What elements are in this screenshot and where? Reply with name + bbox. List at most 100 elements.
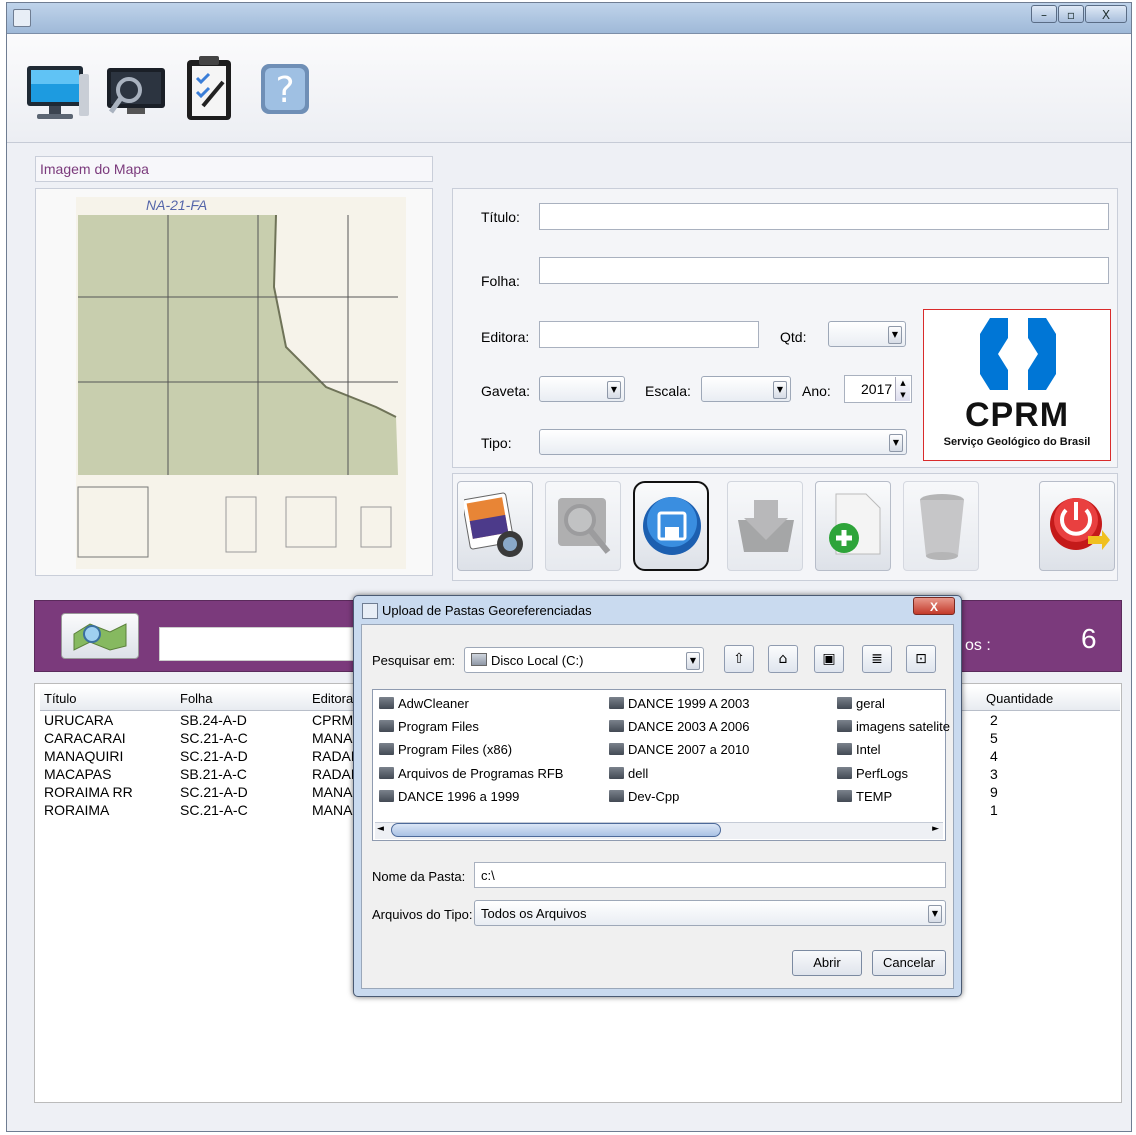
list-item[interactable]: AdwCleaner — [379, 696, 469, 711]
download-tray-icon — [738, 500, 794, 552]
folder-icon — [609, 790, 624, 802]
spinner-arrows-icon[interactable]: ▲ ▼ — [895, 377, 910, 401]
col-folha[interactable]: Folha — [180, 691, 213, 706]
new-folder-button[interactable]: ▣ — [814, 645, 844, 673]
cprm-logo-subtitle: Serviço Geológico do Brasil — [943, 436, 1091, 448]
home-button[interactable]: ⌂ — [768, 645, 798, 673]
search-image-button[interactable] — [545, 481, 621, 571]
list-item[interactable]: dell — [609, 766, 648, 781]
cell-folha: SC.21-A-D — [180, 748, 248, 764]
title-bar: – ▫ X — [7, 3, 1131, 34]
map-sheet-code: NA-21-FA — [146, 197, 208, 213]
cell-quantidade: 4 — [990, 748, 998, 764]
gaveta-select[interactable]: ▼ — [539, 376, 625, 402]
form-panel: Título: Folha: Editora: Qtd: ▼ Gaveta: ▼… — [452, 188, 1118, 468]
help-icon[interactable]: ? — [255, 54, 323, 124]
list-view-button[interactable]: ≣ — [862, 645, 892, 673]
computer-icon[interactable] — [23, 54, 91, 124]
maximize-button[interactable]: ▫ — [1058, 5, 1084, 23]
load-image-button[interactable] — [457, 481, 533, 571]
folha-input[interactable] — [539, 257, 1109, 284]
list-item[interactable]: Program Files — [379, 719, 479, 734]
save-button[interactable] — [633, 481, 709, 571]
drive-icon — [471, 653, 487, 666]
dialog-body: Pesquisar em: Disco Local (C:) ▼ ⇧ ⌂ ▣ ≣… — [361, 624, 954, 989]
close-window-button[interactable]: X — [1085, 5, 1127, 23]
horizontal-scrollbar[interactable]: ◄ ► — [375, 822, 943, 839]
file-type-select[interactable]: Todos os Arquivos ▼ — [474, 900, 946, 926]
folder-icon — [379, 790, 394, 802]
folder-icon — [379, 697, 394, 709]
delete-button[interactable] — [903, 481, 979, 571]
exit-button[interactable] — [1039, 481, 1115, 571]
cell-folha: SC.21-A-D — [180, 784, 248, 800]
cell-quantidade: 3 — [990, 766, 998, 782]
qtd-select[interactable]: ▼ — [828, 321, 906, 347]
file-type-value: Todos os Arquivos — [481, 906, 587, 921]
details-view-button[interactable]: ⊡ — [906, 645, 936, 673]
magnifier-icon — [558, 498, 611, 554]
search-input[interactable] — [159, 627, 369, 661]
scrollbar-thumb[interactable] — [391, 823, 721, 837]
col-editora[interactable]: Editora — [312, 691, 353, 706]
list-item[interactable]: Dev-Cpp — [609, 789, 679, 804]
look-in-value: Disco Local (C:) — [491, 653, 584, 668]
list-item[interactable]: DANCE 2003 A 2006 — [609, 719, 749, 734]
list-item[interactable]: Intel — [837, 742, 881, 757]
download-button[interactable] — [727, 481, 803, 571]
svg-text:?: ? — [275, 70, 294, 111]
list-item[interactable]: PerfLogs — [837, 766, 908, 781]
open-button[interactable]: Abrir — [792, 950, 862, 976]
list-item[interactable]: TEMP — [837, 789, 892, 804]
java-app-icon — [13, 9, 31, 27]
new-folder-icon: ▣ — [822, 651, 836, 667]
cell-titulo: RORAIMA RR — [44, 784, 133, 800]
map-panel-title: Imagem do Mapa — [40, 161, 149, 177]
file-list: AdwCleaner Program Files Program Files (… — [372, 689, 950, 841]
dialog-close-button[interactable]: X — [913, 597, 955, 615]
list-item[interactable]: imagens satelite — [837, 719, 950, 734]
look-in-select[interactable]: Disco Local (C:) ▼ — [464, 647, 704, 673]
titulo-input[interactable] — [539, 203, 1109, 230]
cell-quantidade: 9 — [990, 784, 998, 800]
power-exit-icon — [1050, 498, 1110, 550]
col-titulo[interactable]: Título — [44, 691, 77, 706]
tipo-select[interactable]: ▼ — [539, 429, 907, 455]
gaveta-label: Gaveta: — [481, 383, 531, 399]
toolbar: ? — [7, 34, 1131, 143]
chevron-down-icon: ▼ — [928, 905, 942, 923]
new-document-button[interactable] — [815, 481, 891, 571]
cprm-logo-name: CPRM — [964, 396, 1070, 434]
folha-label: Folha: — [481, 273, 520, 289]
ano-spinner[interactable]: 2017 ▲ ▼ — [844, 375, 912, 403]
monitor-search-icon[interactable] — [103, 54, 171, 124]
list-item[interactable]: geral — [837, 696, 885, 711]
folder-name-input[interactable]: c:\ — [474, 862, 946, 888]
folder-icon — [379, 720, 394, 732]
cell-folha: SB.24-A-D — [180, 712, 247, 728]
editora-input[interactable] — [539, 321, 759, 348]
minimize-button[interactable]: – — [1031, 5, 1057, 23]
col-quantidade[interactable]: Quantidade — [986, 691, 1053, 706]
folder-icon — [379, 743, 394, 755]
list-item[interactable]: DANCE 1999 A 2003 — [609, 696, 749, 711]
map-panel-header: Imagem do Mapa — [35, 156, 433, 182]
cancel-button[interactable]: Cancelar — [872, 950, 946, 976]
scroll-left-icon[interactable]: ◄ — [377, 824, 384, 834]
look-in-label: Pesquisar em: — [372, 653, 456, 668]
map-search-button[interactable] — [61, 613, 139, 659]
up-folder-button[interactable]: ⇧ — [724, 645, 754, 673]
list-item[interactable]: DANCE 1996 a 1999 — [379, 789, 519, 804]
folder-icon — [609, 697, 624, 709]
list-item[interactable]: Arquivos de Programas RFB — [379, 766, 563, 781]
folder-icon — [837, 743, 852, 755]
folder-icon — [379, 767, 394, 779]
list-item[interactable]: Program Files (x86) — [379, 742, 512, 757]
list-item[interactable]: DANCE 2007 a 2010 — [609, 742, 749, 757]
clipboard-checklist-icon[interactable] — [177, 54, 245, 124]
chevron-down-icon: ▼ — [888, 326, 902, 344]
cell-folha: SB.21-A-C — [180, 766, 247, 782]
escala-select[interactable]: ▼ — [701, 376, 791, 402]
scroll-right-icon[interactable]: ► — [932, 824, 939, 834]
folder-name-label: Nome da Pasta: — [372, 869, 466, 884]
